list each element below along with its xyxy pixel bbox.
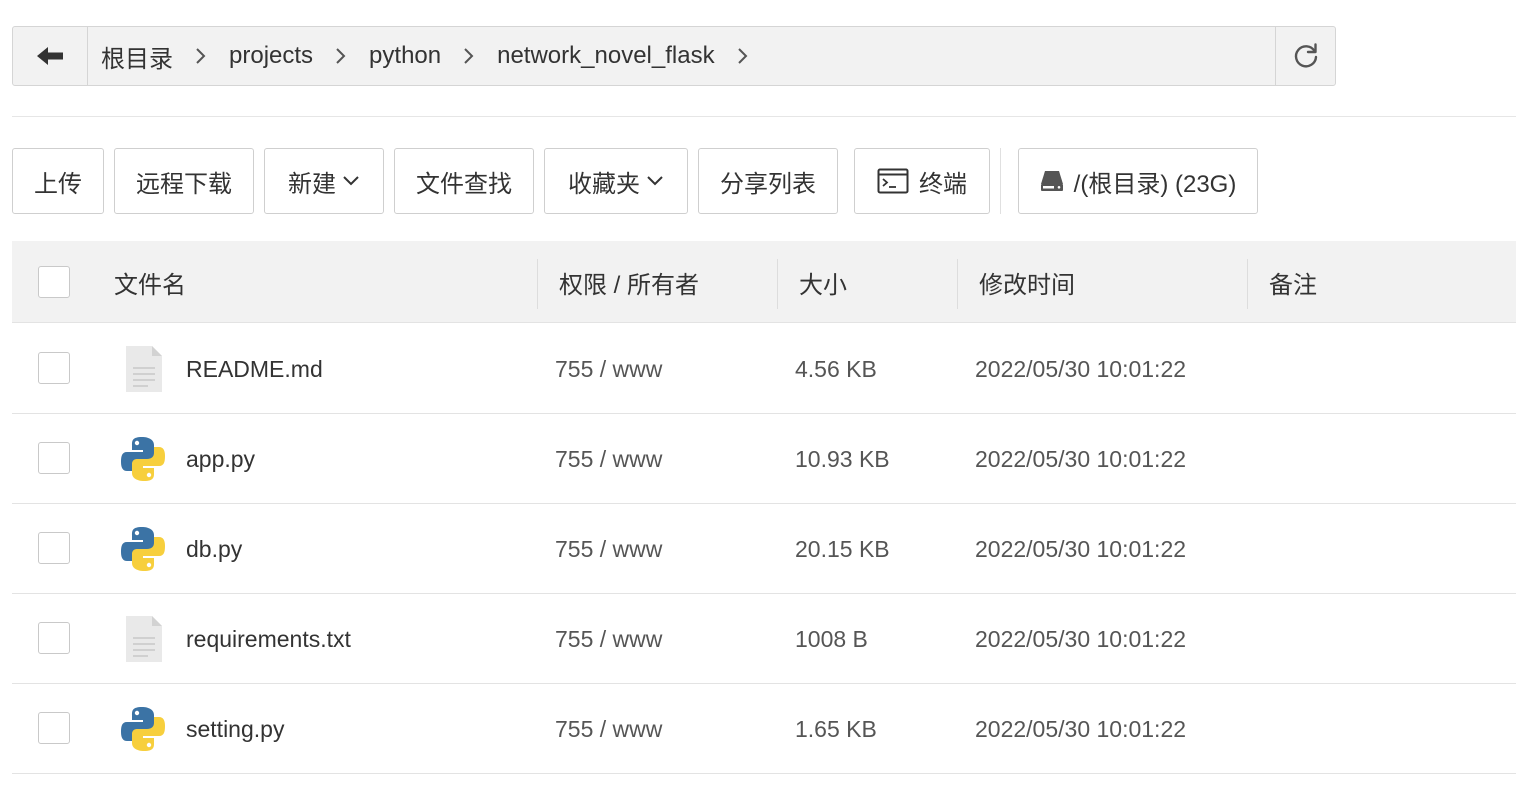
table-row[interactable]: db.py 755 / www 20.15 KB 2022/05/30 10:0…: [12, 504, 1516, 594]
column-header-modified[interactable]: 修改时间: [979, 241, 1075, 323]
python-file-icon: [121, 437, 165, 481]
file-name[interactable]: requirements.txt: [186, 594, 351, 684]
file-size: 10.93 KB: [795, 445, 890, 472]
back-button[interactable]: [13, 27, 88, 85]
column-header-permission[interactable]: 权限 / 所有者: [559, 241, 699, 323]
chevron-right-icon: [441, 47, 497, 65]
file-size: 1.65 KB: [795, 715, 877, 742]
disk-button[interactable]: /(根目录) (23G): [1018, 148, 1258, 214]
upload-button[interactable]: 上传: [12, 148, 104, 214]
chevron-down-icon: [646, 175, 664, 187]
file-modified: 2022/05/30 10:01:22: [975, 445, 1187, 472]
chevron-right-icon[interactable]: [715, 47, 771, 65]
file-name[interactable]: setting.py: [186, 684, 284, 774]
breadcrumb-root[interactable]: 根目录: [101, 39, 173, 74]
file-name[interactable]: README.md: [186, 324, 323, 414]
section-divider: [12, 116, 1516, 117]
terminal-label: 终端: [919, 170, 967, 198]
breadcrumb-network-novel-flask[interactable]: network_novel_flask: [497, 42, 714, 70]
hard-drive-icon: [1040, 170, 1064, 192]
file-permission[interactable]: 755 / www: [555, 684, 662, 774]
python-file-icon: [121, 527, 165, 571]
favorites-label: 收藏夹: [568, 170, 640, 198]
file-permission[interactable]: 755 / www: [555, 594, 662, 684]
breadcrumb-python[interactable]: python: [369, 42, 441, 70]
refresh-icon: [1294, 43, 1317, 68]
favorites-dropdown-button[interactable]: 收藏夹: [544, 148, 688, 214]
text-file-icon: [126, 616, 162, 662]
share-list-label: 分享列表: [720, 170, 816, 198]
remote-download-button[interactable]: 远程下载: [114, 148, 254, 214]
file-size: 20.15 KB: [795, 535, 890, 562]
column-divider: [1247, 259, 1248, 309]
python-file-icon: [121, 707, 165, 751]
chevron-down-icon: [342, 175, 360, 187]
upload-label: 上传: [34, 170, 82, 198]
select-all-checkbox[interactable]: [38, 266, 70, 298]
terminal-icon: [877, 168, 909, 194]
file-size: 1008 B: [795, 625, 868, 652]
row-checkbox[interactable]: [38, 622, 70, 654]
column-divider: [957, 259, 958, 309]
file-search-label: 文件查找: [416, 170, 512, 198]
refresh-button[interactable]: [1275, 27, 1335, 85]
new-label: 新建: [288, 170, 336, 198]
toolbar-divider: [1000, 148, 1001, 214]
file-size: 4.56 KB: [795, 355, 877, 382]
file-search-button[interactable]: 文件查找: [394, 148, 534, 214]
remote-download-label: 远程下载: [136, 170, 232, 198]
column-divider: [537, 259, 538, 309]
chevron-right-icon: [173, 47, 229, 65]
table-row[interactable]: app.py 755 / www 10.93 KB 2022/05/30 10:…: [12, 414, 1516, 504]
column-divider: [777, 259, 778, 309]
file-modified: 2022/05/30 10:01:22: [975, 715, 1187, 742]
row-checkbox[interactable]: [38, 442, 70, 474]
column-header-note[interactable]: 备注: [1269, 241, 1317, 323]
breadcrumb-projects[interactable]: projects: [229, 42, 313, 70]
file-modified: 2022/05/30 10:01:22: [975, 625, 1187, 652]
column-header-size[interactable]: 大小: [799, 241, 847, 323]
chevron-right-icon: [313, 47, 369, 65]
row-checkbox[interactable]: [38, 532, 70, 564]
file-name[interactable]: app.py: [186, 414, 255, 504]
table-header: 文件名 权限 / 所有者 大小 修改时间 备注: [12, 241, 1516, 323]
table-row[interactable]: README.md 755 / www 4.56 KB 2022/05/30 1…: [12, 324, 1516, 414]
share-list-button[interactable]: 分享列表: [698, 148, 838, 214]
file-permission[interactable]: 755 / www: [555, 504, 662, 594]
file-modified: 2022/05/30 10:01:22: [975, 535, 1187, 562]
path-bar: 根目录 projects python network_novel_flask: [12, 26, 1336, 86]
breadcrumb: 根目录 projects python network_novel_flask: [101, 27, 771, 85]
file-permission[interactable]: 755 / www: [555, 324, 662, 414]
row-checkbox[interactable]: [38, 712, 70, 744]
terminal-button[interactable]: 终端: [854, 148, 990, 214]
file-modified: 2022/05/30 10:01:22: [975, 355, 1187, 382]
text-file-icon: [126, 346, 162, 392]
new-dropdown-button[interactable]: 新建: [264, 148, 384, 214]
column-header-filename[interactable]: 文件名: [114, 241, 186, 323]
disk-label: /(根目录) (23G): [1073, 170, 1237, 198]
row-checkbox[interactable]: [38, 352, 70, 384]
file-name[interactable]: db.py: [186, 504, 242, 594]
table-row[interactable]: requirements.txt 755 / www 1008 B 2022/0…: [12, 594, 1516, 684]
file-permission[interactable]: 755 / www: [555, 414, 662, 504]
arrow-left-icon: [37, 47, 63, 65]
table-row[interactable]: setting.py 755 / www 1.65 KB 2022/05/30 …: [12, 684, 1516, 774]
